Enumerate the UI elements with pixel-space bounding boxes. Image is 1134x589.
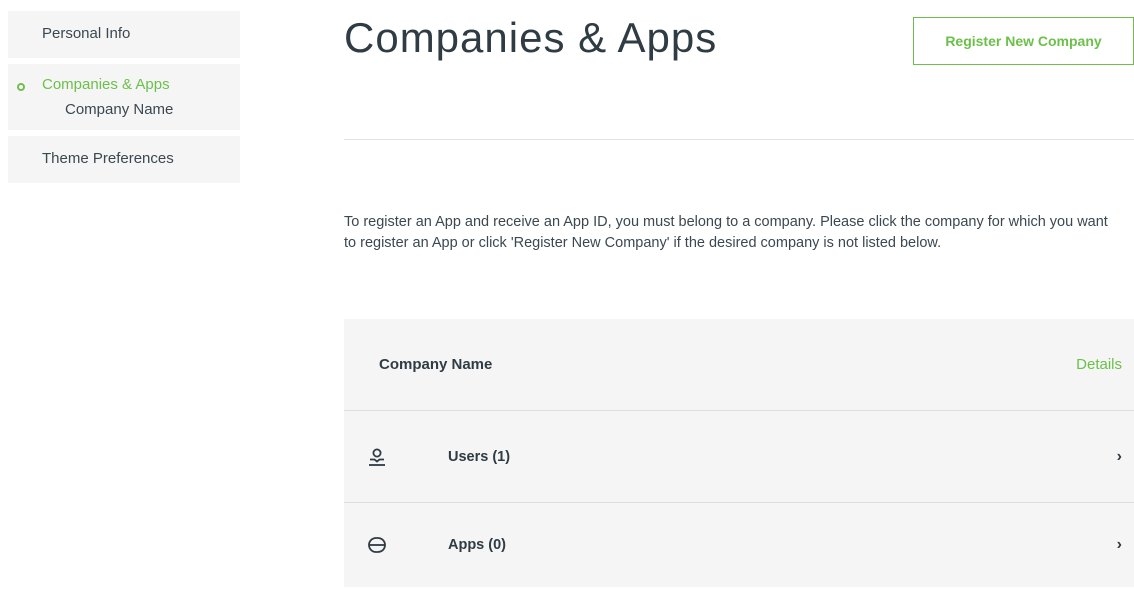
sidebar-item-label: Companies & Apps — [42, 76, 170, 93]
sidebar-item-theme-preferences[interactable]: Theme Preferences — [8, 136, 240, 183]
users-row[interactable]: Users (1) › — [344, 411, 1134, 503]
company-card-header: Company Name Details — [344, 319, 1134, 411]
sidebar-item-personal-info[interactable]: Personal Info — [8, 11, 240, 58]
intro-text: To register an App and receive an App ID… — [344, 214, 1108, 251]
sidebar-subitem-company-name[interactable]: Company Name — [42, 101, 240, 118]
details-link[interactable]: Details — [1076, 356, 1122, 373]
user-icon — [366, 446, 388, 468]
chevron-right-icon: › — [1116, 447, 1122, 465]
users-label: Users (1) — [448, 448, 511, 465]
sidebar: Personal Info Companies & Apps Company N… — [8, 11, 240, 189]
company-name: Company Name — [379, 356, 493, 373]
divider — [344, 139, 1134, 140]
sidebar-item-label: Personal Info — [42, 25, 131, 42]
app-icon — [366, 534, 388, 556]
sidebar-item-companies-apps[interactable]: Companies & Apps Company Name — [8, 64, 240, 130]
chevron-right-icon: › — [1116, 536, 1122, 553]
apps-label: Apps (0) — [448, 537, 506, 553]
apps-row[interactable]: Apps (0) › — [344, 503, 1134, 587]
sidebar-item-label: Theme Preferences — [42, 150, 174, 167]
active-indicator-icon — [17, 83, 25, 91]
company-card: Company Name Details Users (1) › Apps (0… — [344, 319, 1134, 587]
register-new-company-button[interactable]: Register New Company — [913, 17, 1134, 65]
page-title: Companies & Apps — [344, 14, 718, 61]
